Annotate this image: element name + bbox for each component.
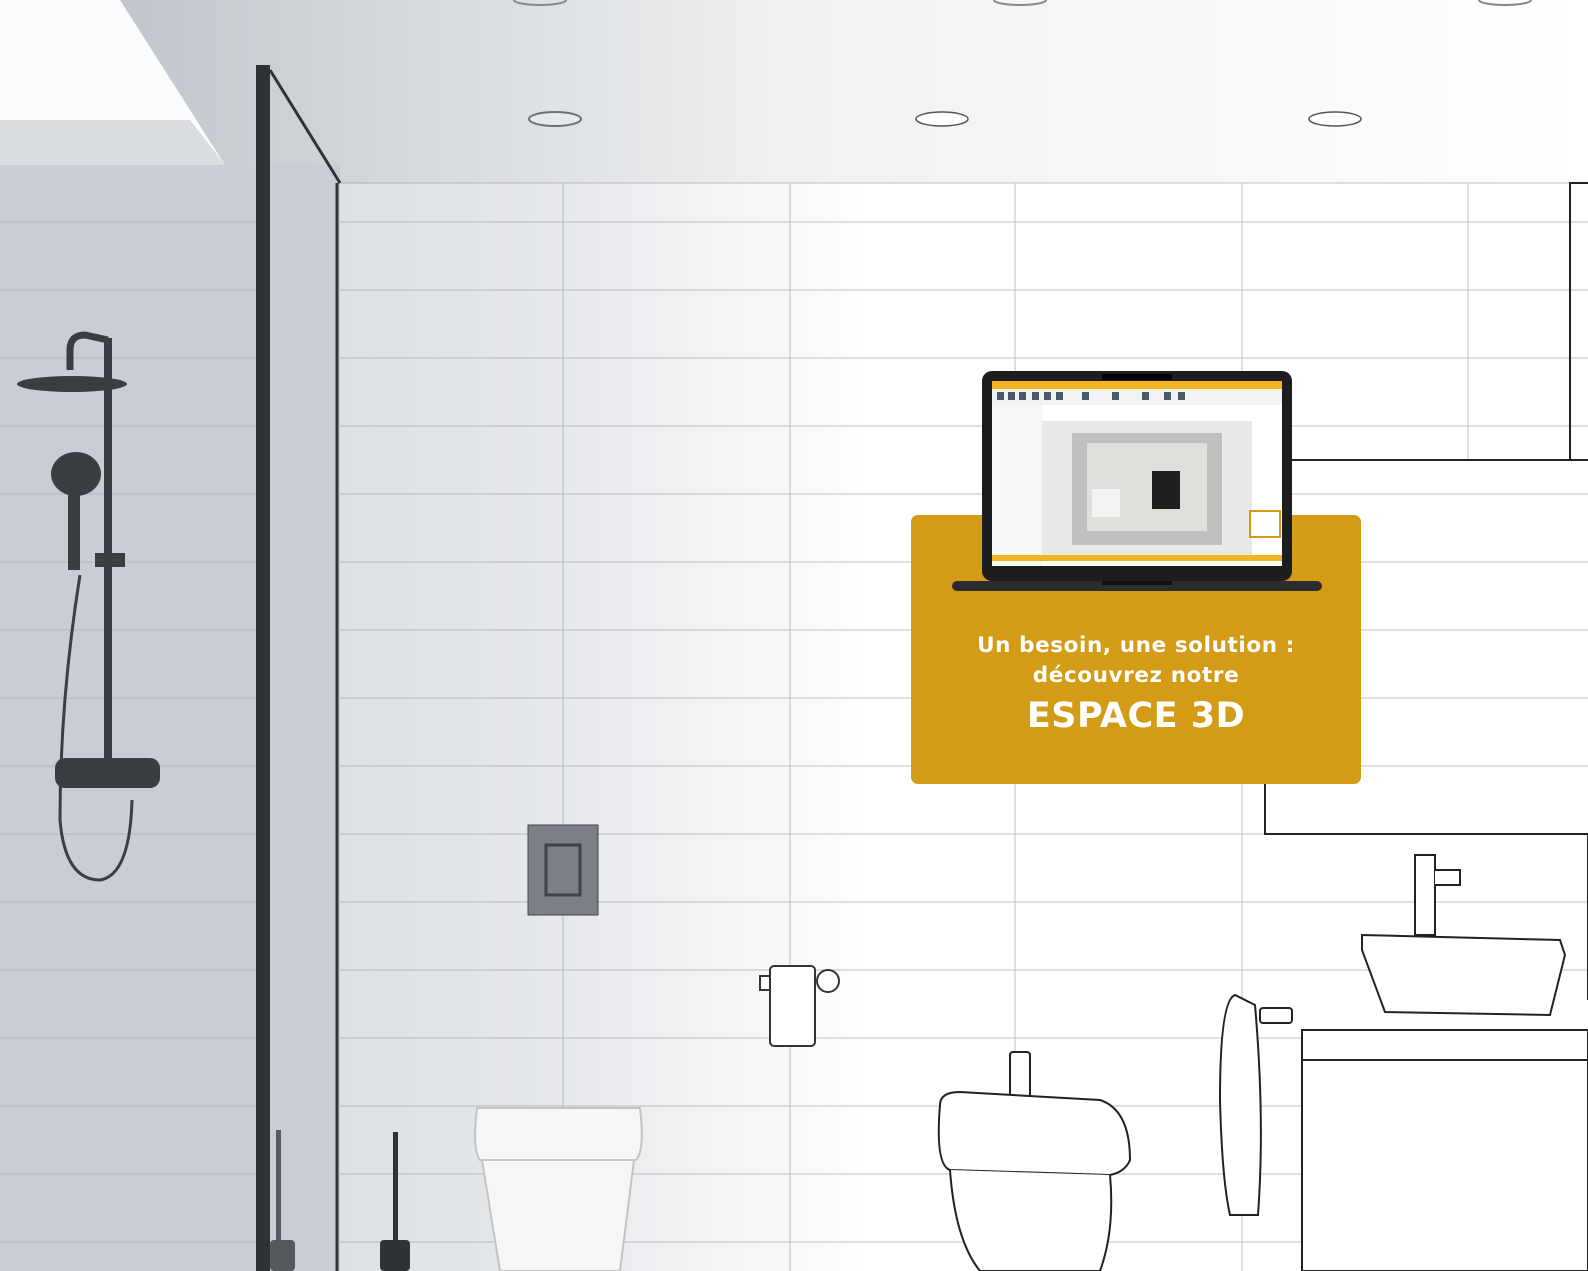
promo-line-1: Un besoin, une solution : <box>977 633 1295 658</box>
espace-3d-title: ESPACE 3D <box>1026 696 1246 736</box>
toilet-image <box>474 1107 643 1271</box>
laptop-mockup-image <box>952 371 1322 591</box>
promo-line-2: découvrez notre <box>1032 663 1240 688</box>
